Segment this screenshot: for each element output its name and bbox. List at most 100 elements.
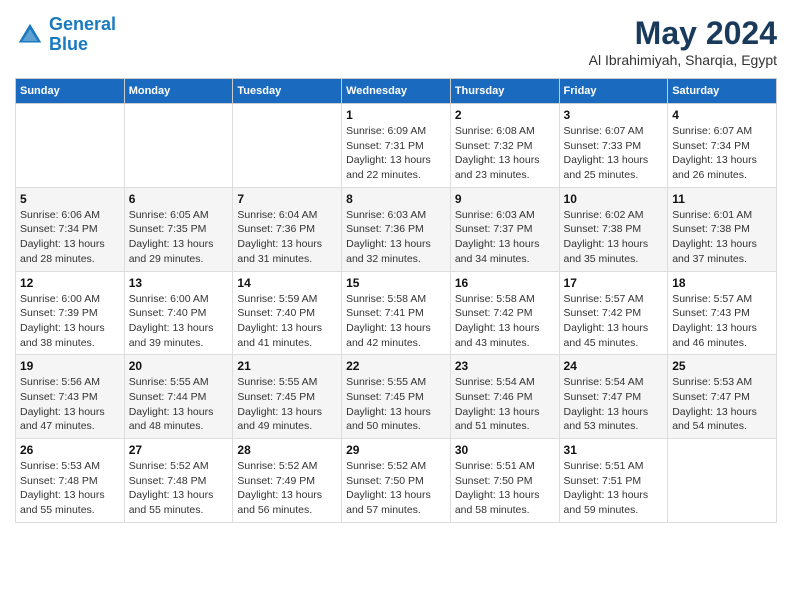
day-cell: [124, 104, 233, 188]
day-cell: 11 Sunrise: 6:01 AM Sunset: 7:38 PM Dayli…: [668, 187, 777, 271]
day-info: Sunrise: 5:58 AM Sunset: 7:41 PM Dayligh…: [346, 292, 446, 351]
day-number: 27: [129, 443, 229, 457]
day-cell: 2 Sunrise: 6:08 AM Sunset: 7:32 PM Daylig…: [450, 104, 559, 188]
day-number: 14: [237, 276, 337, 290]
day-info: Sunrise: 6:00 AM Sunset: 7:40 PM Dayligh…: [129, 292, 229, 351]
day-cell: 17 Sunrise: 5:57 AM Sunset: 7:42 PM Dayli…: [559, 271, 668, 355]
day-cell: 4Sunrise: 6:07 AM Sunset: 7:34 PM Daylig…: [668, 104, 777, 188]
day-info: Sunrise: 6:07 AM Sunset: 7:33 PM Dayligh…: [564, 124, 664, 183]
day-cell: 18Sunrise: 5:57 AM Sunset: 7:43 PM Dayli…: [668, 271, 777, 355]
day-cell: 5 Sunrise: 6:06 AM Sunset: 7:34 PM Daylig…: [16, 187, 125, 271]
day-cell: 24Sunrise: 5:54 AM Sunset: 7:47 PM Dayli…: [559, 355, 668, 439]
week-row-2: 12 Sunrise: 6:00 AM Sunset: 7:39 PM Dayli…: [16, 271, 777, 355]
calendar-header-row: SundayMondayTuesdayWednesdayThursdayFrid…: [16, 79, 777, 104]
day-cell: 16Sunrise: 5:58 AM Sunset: 7:42 PM Dayli…: [450, 271, 559, 355]
day-cell: 3Sunrise: 6:07 AM Sunset: 7:33 PM Daylig…: [559, 104, 668, 188]
day-cell: [668, 439, 777, 523]
calendar-subtitle: Al Ibrahimiyah, Sharqia, Egypt: [589, 52, 777, 68]
day-info: Sunrise: 6:03 AM Sunset: 7:36 PM Dayligh…: [346, 208, 446, 267]
day-number: 9: [455, 192, 555, 206]
day-cell: 12 Sunrise: 6:00 AM Sunset: 7:39 PM Dayli…: [16, 271, 125, 355]
day-cell: 31Sunrise: 5:51 AM Sunset: 7:51 PM Dayli…: [559, 439, 668, 523]
day-info: Sunrise: 5:56 AM Sunset: 7:43 PM Dayligh…: [20, 375, 120, 434]
day-cell: 14Sunrise: 5:59 AM Sunset: 7:40 PM Dayli…: [233, 271, 342, 355]
calendar-title: May 2024: [589, 15, 777, 52]
day-cell: 8 Sunrise: 6:03 AM Sunset: 7:36 PM Daylig…: [342, 187, 451, 271]
day-cell: 7 Sunrise: 6:04 AM Sunset: 7:36 PM Daylig…: [233, 187, 342, 271]
day-info: Sunrise: 6:09 AM Sunset: 7:31 PM Dayligh…: [346, 124, 446, 183]
day-cell: 21Sunrise: 5:55 AM Sunset: 7:45 PM Dayli…: [233, 355, 342, 439]
day-cell: 19 Sunrise: 5:56 AM Sunset: 7:43 PM Dayli…: [16, 355, 125, 439]
day-cell: 23Sunrise: 5:54 AM Sunset: 7:46 PM Dayli…: [450, 355, 559, 439]
day-number: 5: [20, 192, 120, 206]
day-number: 15: [346, 276, 446, 290]
day-number: 12: [20, 276, 120, 290]
day-number: 28: [237, 443, 337, 457]
day-number: 29: [346, 443, 446, 457]
week-row-3: 19 Sunrise: 5:56 AM Sunset: 7:43 PM Dayli…: [16, 355, 777, 439]
day-info: Sunrise: 5:52 AM Sunset: 7:50 PM Dayligh…: [346, 459, 446, 518]
day-info: Sunrise: 5:54 AM Sunset: 7:47 PM Dayligh…: [564, 375, 664, 434]
day-info: Sunrise: 6:00 AM Sunset: 7:39 PM Dayligh…: [20, 292, 120, 351]
day-cell: 26 Sunrise: 5:53 AM Sunset: 7:48 PM Dayli…: [16, 439, 125, 523]
week-row-1: 5 Sunrise: 6:06 AM Sunset: 7:34 PM Daylig…: [16, 187, 777, 271]
day-cell: 29 Sunrise: 5:52 AM Sunset: 7:50 PM Dayli…: [342, 439, 451, 523]
day-info: Sunrise: 5:57 AM Sunset: 7:43 PM Dayligh…: [672, 292, 772, 351]
day-number: 7: [237, 192, 337, 206]
col-header-sunday: Sunday: [16, 79, 125, 104]
day-number: 6: [129, 192, 229, 206]
day-cell: [16, 104, 125, 188]
day-cell: 28Sunrise: 5:52 AM Sunset: 7:49 PM Dayli…: [233, 439, 342, 523]
day-number: 10: [564, 192, 664, 206]
day-info: Sunrise: 6:04 AM Sunset: 7:36 PM Dayligh…: [237, 208, 337, 267]
col-header-wednesday: Wednesday: [342, 79, 451, 104]
day-cell: 20 Sunrise: 5:55 AM Sunset: 7:44 PM Dayli…: [124, 355, 233, 439]
col-header-monday: Monday: [124, 79, 233, 104]
day-cell: 27Sunrise: 5:52 AM Sunset: 7:48 PM Dayli…: [124, 439, 233, 523]
week-row-4: 26 Sunrise: 5:53 AM Sunset: 7:48 PM Dayli…: [16, 439, 777, 523]
day-info: Sunrise: 5:58 AM Sunset: 7:42 PM Dayligh…: [455, 292, 555, 351]
day-number: 20: [129, 359, 229, 373]
day-number: 1: [346, 108, 446, 122]
day-info: Sunrise: 6:08 AM Sunset: 7:32 PM Dayligh…: [455, 124, 555, 183]
logo-text: General Blue: [49, 15, 116, 55]
day-cell: 10 Sunrise: 6:02 AM Sunset: 7:38 PM Dayli…: [559, 187, 668, 271]
day-info: Sunrise: 5:55 AM Sunset: 7:44 PM Dayligh…: [129, 375, 229, 434]
day-cell: 30Sunrise: 5:51 AM Sunset: 7:50 PM Dayli…: [450, 439, 559, 523]
logo: General Blue: [15, 15, 116, 55]
day-cell: 9Sunrise: 6:03 AM Sunset: 7:37 PM Daylig…: [450, 187, 559, 271]
day-info: Sunrise: 6:06 AM Sunset: 7:34 PM Dayligh…: [20, 208, 120, 267]
day-number: 13: [129, 276, 229, 290]
day-info: Sunrise: 5:57 AM Sunset: 7:42 PM Dayligh…: [564, 292, 664, 351]
day-cell: 13 Sunrise: 6:00 AM Sunset: 7:40 PM Dayli…: [124, 271, 233, 355]
day-number: 19: [20, 359, 120, 373]
day-cell: 1 Sunrise: 6:09 AM Sunset: 7:31 PM Daylig…: [342, 104, 451, 188]
day-number: 26: [20, 443, 120, 457]
col-header-saturday: Saturday: [668, 79, 777, 104]
day-info: Sunrise: 5:51 AM Sunset: 7:51 PM Dayligh…: [564, 459, 664, 518]
day-number: 22: [346, 359, 446, 373]
day-info: Sunrise: 5:53 AM Sunset: 7:48 PM Dayligh…: [20, 459, 120, 518]
day-number: 4: [672, 108, 772, 122]
day-cell: 6 Sunrise: 6:05 AM Sunset: 7:35 PM Daylig…: [124, 187, 233, 271]
day-info: Sunrise: 5:55 AM Sunset: 7:45 PM Dayligh…: [346, 375, 446, 434]
day-cell: 15 Sunrise: 5:58 AM Sunset: 7:41 PM Dayli…: [342, 271, 451, 355]
day-number: 2: [455, 108, 555, 122]
day-number: 30: [455, 443, 555, 457]
day-info: Sunrise: 6:05 AM Sunset: 7:35 PM Dayligh…: [129, 208, 229, 267]
col-header-thursday: Thursday: [450, 79, 559, 104]
day-cell: [233, 104, 342, 188]
day-number: 23: [455, 359, 555, 373]
day-cell: 25Sunrise: 5:53 AM Sunset: 7:47 PM Dayli…: [668, 355, 777, 439]
day-info: Sunrise: 6:02 AM Sunset: 7:38 PM Dayligh…: [564, 208, 664, 267]
day-info: Sunrise: 6:01 AM Sunset: 7:38 PM Dayligh…: [672, 208, 772, 267]
title-block: May 2024 Al Ibrahimiyah, Sharqia, Egypt: [589, 15, 777, 68]
day-info: Sunrise: 5:55 AM Sunset: 7:45 PM Dayligh…: [237, 375, 337, 434]
day-number: 8: [346, 192, 446, 206]
week-row-0: 1 Sunrise: 6:09 AM Sunset: 7:31 PM Daylig…: [16, 104, 777, 188]
day-number: 17: [564, 276, 664, 290]
day-cell: 22 Sunrise: 5:55 AM Sunset: 7:45 PM Dayli…: [342, 355, 451, 439]
day-info: Sunrise: 5:53 AM Sunset: 7:47 PM Dayligh…: [672, 375, 772, 434]
day-number: 11: [672, 192, 772, 206]
logo-icon: [15, 20, 45, 50]
